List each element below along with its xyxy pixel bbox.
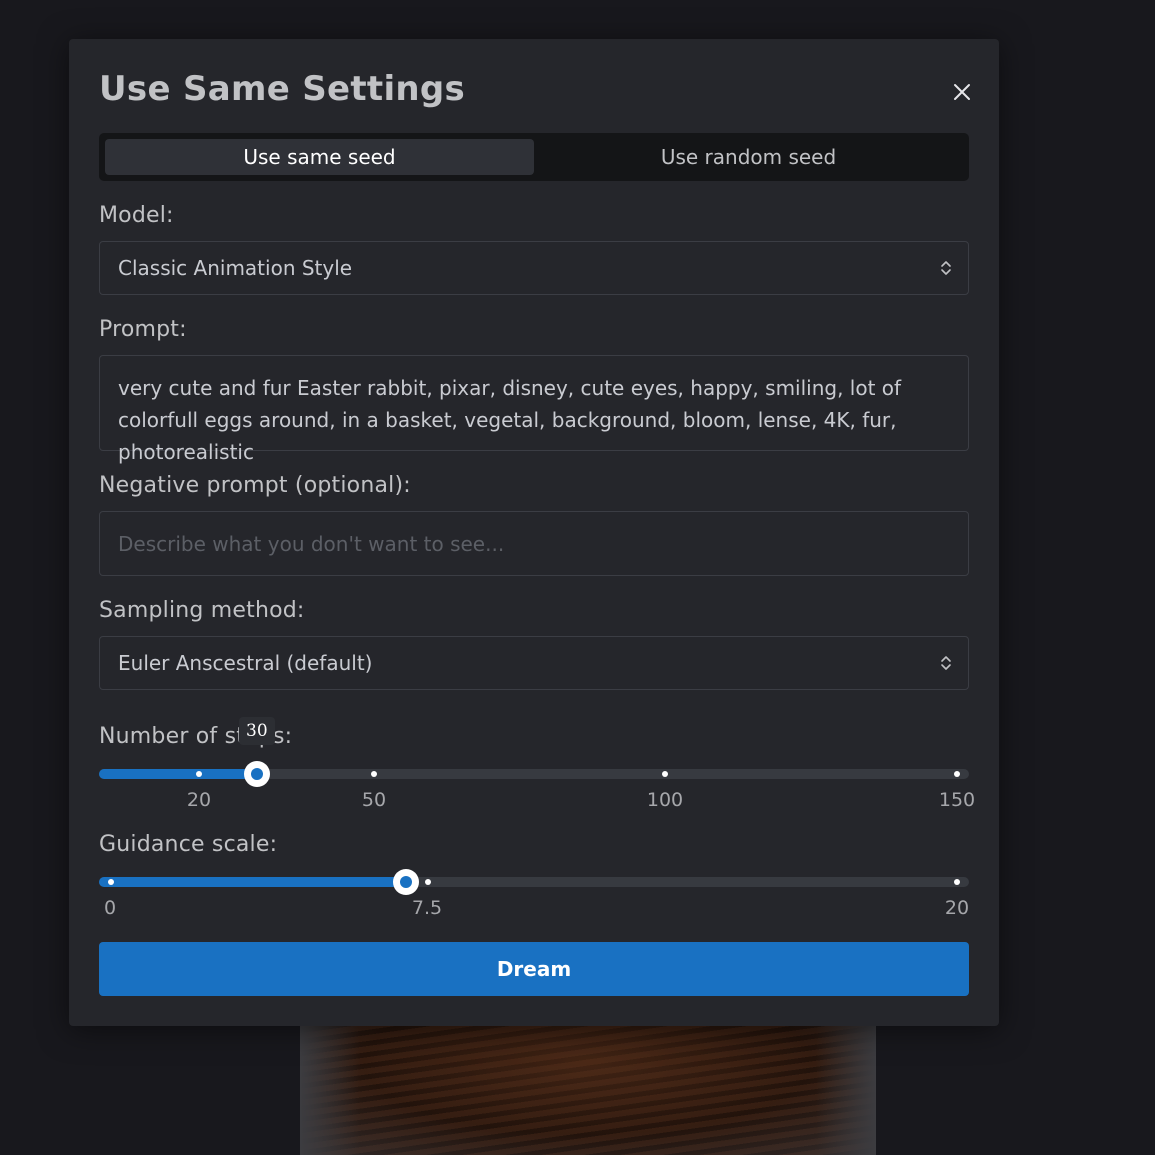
steps-mark-dot bbox=[662, 771, 668, 777]
prompt-textarea[interactable]: very cute and fur Easter rabbit, pixar, … bbox=[99, 355, 969, 464]
steps-mark-label: 20 bbox=[186, 789, 212, 811]
steps-mark-dot bbox=[371, 771, 377, 777]
sampling-method-label: Sampling method: bbox=[99, 598, 305, 623]
tab-use-random-seed[interactable]: Use random seed bbox=[534, 139, 963, 175]
steps-mark-label: 100 bbox=[646, 789, 684, 811]
modal-title: Use Same Settings bbox=[99, 69, 466, 109]
negative-prompt-placeholder: Describe what you don't want to see... bbox=[118, 531, 505, 556]
guidance-mark-label: 20 bbox=[944, 897, 970, 919]
guidance-mark-dot bbox=[425, 879, 431, 885]
steps-mark-dot bbox=[196, 771, 202, 777]
guidance-slider-fill bbox=[99, 877, 406, 887]
sampling-method-select[interactable]: Euler Anscestral (default) bbox=[99, 636, 969, 690]
steps-mark-dot bbox=[954, 771, 960, 777]
chevron-up-down-icon bbox=[941, 656, 951, 670]
dream-button[interactable]: Dream bbox=[99, 942, 969, 996]
steps-mark-label: 50 bbox=[361, 789, 387, 811]
chevron-up-down-icon bbox=[941, 261, 951, 275]
guidance-mark-label: 7.5 bbox=[411, 897, 443, 919]
seed-mode-control: Use same seed Use random seed bbox=[99, 133, 969, 181]
model-label: Model: bbox=[99, 203, 174, 228]
guidance-scale-label: Guidance scale: bbox=[99, 832, 278, 857]
close-button[interactable] bbox=[947, 77, 977, 107]
guidance-mark-dot bbox=[954, 879, 960, 885]
steps-slider[interactable] bbox=[99, 761, 969, 787]
guidance-scale-slider[interactable] bbox=[99, 869, 969, 895]
steps-slider-fill bbox=[99, 769, 257, 779]
guidance-slider-thumb[interactable] bbox=[393, 869, 419, 895]
model-select-value: Classic Animation Style bbox=[118, 256, 353, 280]
guidance-mark-label: 0 bbox=[103, 897, 117, 919]
guidance-mark-dot bbox=[108, 879, 114, 885]
tab-use-same-seed[interactable]: Use same seed bbox=[105, 139, 534, 175]
steps-slider-thumb[interactable] bbox=[244, 761, 270, 787]
negative-prompt-label: Negative prompt (optional): bbox=[99, 473, 411, 498]
model-select[interactable]: Classic Animation Style bbox=[99, 241, 969, 295]
settings-modal: Use Same Settings Use same seed Use rand… bbox=[69, 39, 999, 1026]
sampling-method-value: Euler Anscestral (default) bbox=[118, 651, 373, 675]
steps-mark-label: 150 bbox=[938, 789, 976, 811]
steps-value-tooltip: 30 bbox=[239, 717, 275, 745]
close-icon bbox=[954, 84, 970, 100]
negative-prompt-input[interactable]: Describe what you don't want to see... bbox=[99, 511, 969, 576]
prompt-label: Prompt: bbox=[99, 317, 187, 342]
